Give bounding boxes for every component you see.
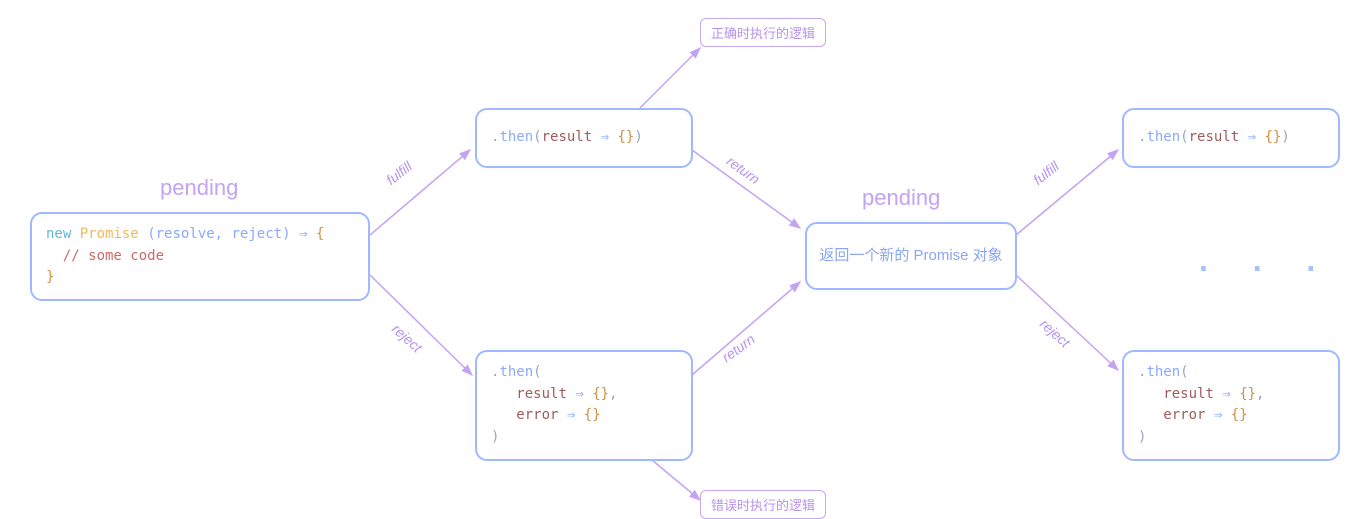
then-result-code-1: .then(result ⇒ {}) [491,127,643,149]
return-label-2: return [719,331,758,365]
then-result-error-box-2: .then( result ⇒ {}, error ⇒ {} ) [1122,350,1340,461]
fulfill-label-2: fulfill [1030,158,1062,188]
ellipsis: . . . [1195,245,1329,278]
then-result-box-1: .then(result ⇒ {}) [475,108,693,168]
correct-logic-note: 正确时执行的逻辑 [700,18,826,47]
error-logic-note: 错误时执行的逻辑 [700,490,826,519]
fulfill-label-1: fulfill [383,158,415,188]
return-promise-text: 返回一个新的 Promise 对象 [807,224,1015,288]
pending-title-2: pending [862,185,940,211]
diagram-stage: pending new Promise (resolve, reject) ⇒ … [0,0,1352,519]
return-label-1: return [724,153,763,187]
pending-title-1: pending [160,175,238,201]
then-result-code-2: .then(result ⇒ {}) [1138,127,1290,149]
then-result-error-box-1: .then( result ⇒ {}, error ⇒ {} ) [475,350,693,461]
return-promise-box: 返回一个新的 Promise 对象 [805,222,1017,290]
then-result-box-2: .then(result ⇒ {}) [1122,108,1340,168]
then-result-error-code-2: .then( result ⇒ {}, error ⇒ {} ) [1138,362,1324,449]
reject-label-1: reject [389,321,425,356]
new-promise-code: new Promise (resolve, reject) ⇒ { // som… [46,224,354,289]
reject-label-2: reject [1037,316,1073,351]
new-promise-box: new Promise (resolve, reject) ⇒ { // som… [30,212,370,301]
then-result-error-code-1: .then( result ⇒ {}, error ⇒ {} ) [491,362,677,449]
